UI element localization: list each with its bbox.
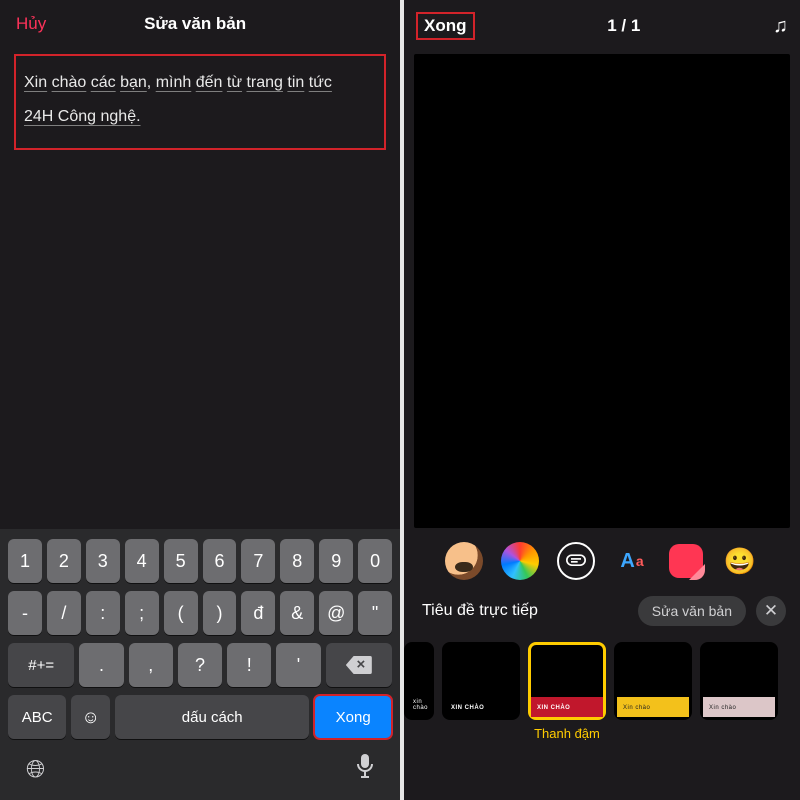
editor-header: Hủy Sửa văn bản bbox=[0, 0, 400, 44]
title-style-carousel[interactable]: xin chào XIN CHÀO XIN CHÀO Thanh đậm Xin… bbox=[404, 632, 800, 743]
key-apostrophe[interactable]: ' bbox=[276, 643, 320, 687]
text-input-area[interactable]: Xin chào các bạn, mình đến từ trang tin … bbox=[14, 54, 386, 150]
key-5[interactable]: 5 bbox=[164, 539, 198, 583]
key-space[interactable]: dấu cách bbox=[115, 695, 309, 739]
key-semicolon[interactable]: ; bbox=[125, 591, 159, 635]
title-thumb-4[interactable]: Xin chào bbox=[700, 642, 778, 720]
title-thumb-1[interactable]: XIN CHÀO bbox=[442, 642, 520, 720]
phone-left-edit-text: Hủy Sửa văn bản Xin chào các bạn, mình đ… bbox=[0, 0, 400, 800]
title-thumb-selected[interactable]: XIN CHÀO bbox=[528, 642, 606, 720]
dictation-icon[interactable] bbox=[356, 753, 374, 786]
key-period[interactable]: . bbox=[79, 643, 123, 687]
key-quote[interactable]: " bbox=[358, 591, 392, 635]
keyboard-row-3: #+= . , ? ! ' bbox=[4, 639, 396, 691]
key-2[interactable]: 2 bbox=[47, 539, 81, 583]
edit-text-button[interactable]: Sửa văn bản bbox=[638, 596, 746, 626]
music-icon[interactable]: ♫ bbox=[773, 15, 788, 38]
done-button[interactable]: Xong bbox=[416, 12, 475, 40]
key-dash[interactable]: - bbox=[8, 591, 42, 635]
backspace-icon bbox=[346, 656, 372, 674]
effects-toolbar: Aa 😀 bbox=[404, 528, 800, 590]
key-symbols-shift[interactable]: #+= bbox=[8, 643, 74, 687]
keyboard-row-4: ABC ☺ dấu cách Xong bbox=[4, 691, 396, 743]
font-button[interactable]: Aa bbox=[613, 542, 651, 580]
key-7[interactable]: 7 bbox=[241, 539, 275, 583]
key-0[interactable]: 0 bbox=[358, 539, 392, 583]
key-1[interactable]: 1 bbox=[8, 539, 42, 583]
keyboard-row-1: 1 2 3 4 5 6 7 8 9 0 bbox=[4, 535, 396, 587]
close-titles-button[interactable]: ✕ bbox=[756, 596, 786, 626]
title-thumb-prev[interactable]: xin chào bbox=[404, 642, 434, 720]
key-question[interactable]: ? bbox=[178, 643, 222, 687]
key-done[interactable]: Xong bbox=[314, 695, 392, 739]
speech-bubble-icon bbox=[566, 554, 586, 568]
key-9[interactable]: 9 bbox=[319, 539, 353, 583]
key-comma[interactable]: , bbox=[129, 643, 173, 687]
key-8[interactable]: 8 bbox=[280, 539, 314, 583]
emoji-button[interactable]: 😀 bbox=[721, 542, 759, 580]
titles-button[interactable] bbox=[557, 542, 595, 580]
key-at[interactable]: @ bbox=[319, 591, 353, 635]
screen-title: Sửa văn bản bbox=[144, 14, 246, 34]
video-preview[interactable] bbox=[414, 54, 790, 528]
keyboard-row-2: - / : ; ( ) đ & @ " bbox=[4, 587, 396, 639]
key-ampersand[interactable]: & bbox=[280, 591, 314, 635]
key-6[interactable]: 6 bbox=[203, 539, 237, 583]
phone-right-title-picker: Xong 1 / 1 ♫ Aa 😀 Tiêu đề trực tiếp Sửa … bbox=[400, 0, 800, 800]
key-paren-open[interactable]: ( bbox=[164, 591, 198, 635]
key-colon[interactable]: : bbox=[86, 591, 120, 635]
key-exclaim[interactable]: ! bbox=[227, 643, 271, 687]
preview-header: Xong 1 / 1 ♫ bbox=[404, 0, 800, 48]
page-count: 1 / 1 bbox=[607, 16, 640, 36]
memoji-button[interactable] bbox=[445, 542, 483, 580]
ios-keyboard: 1 2 3 4 5 6 7 8 9 0 - / : ; ( ) đ & @ bbox=[0, 529, 400, 800]
keyboard-bottom-bar: 🌐︎ bbox=[4, 743, 396, 790]
emoji-icon: ☺ bbox=[81, 707, 99, 728]
sticker-button[interactable] bbox=[669, 544, 703, 578]
key-d-stroke[interactable]: đ bbox=[241, 591, 275, 635]
selected-style-label: Thanh đậm bbox=[534, 720, 600, 741]
text-line-2: 24H Công nghệ. bbox=[24, 100, 376, 134]
filters-button[interactable] bbox=[501, 542, 539, 580]
key-4[interactable]: 4 bbox=[125, 539, 159, 583]
key-paren-close[interactable]: ) bbox=[203, 591, 237, 635]
title-section-label: Tiêu đề trực tiếp bbox=[422, 602, 628, 620]
key-backspace[interactable] bbox=[326, 643, 392, 687]
title-section-header: Tiêu đề trực tiếp Sửa văn bản ✕ bbox=[404, 590, 800, 632]
text-line-1: Xin chào các bạn, mình đến từ trang tin … bbox=[24, 66, 376, 100]
title-thumb-3[interactable]: Xin chào bbox=[614, 642, 692, 720]
key-emoji[interactable]: ☺ bbox=[71, 695, 110, 739]
key-3[interactable]: 3 bbox=[86, 539, 120, 583]
cancel-button[interactable]: Hủy bbox=[16, 14, 46, 34]
globe-icon[interactable]: 🌐︎ bbox=[26, 756, 45, 784]
key-abc[interactable]: ABC bbox=[8, 695, 66, 739]
key-slash[interactable]: / bbox=[47, 591, 81, 635]
